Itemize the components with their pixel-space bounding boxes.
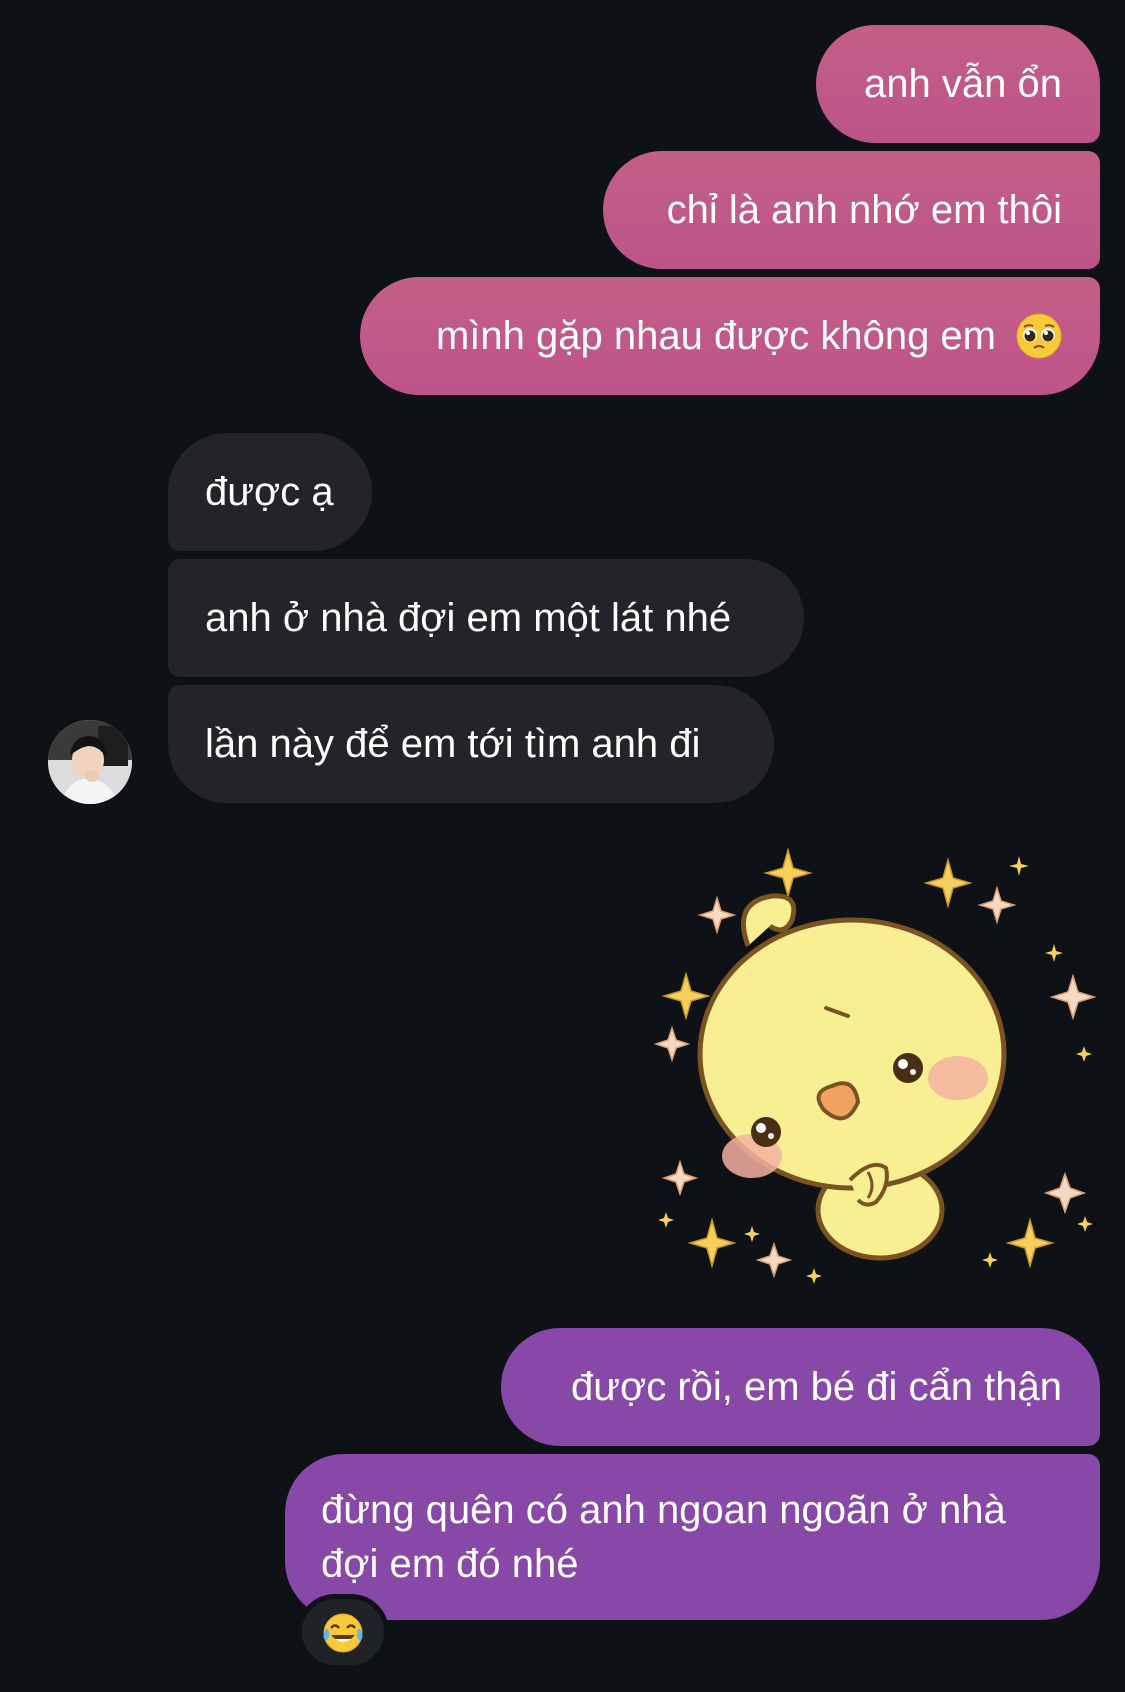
incoming-message[interactable]: anh ở nhà đợi em một lát nhé: [168, 559, 804, 677]
yellow-chick-sticker[interactable]: [640, 840, 1100, 1300]
message-text: đừng quên có anh ngoan ngoãn ở nhà đợi e…: [321, 1483, 1006, 1591]
avatar-photo: [48, 720, 132, 804]
message-line: đừng quên có anh ngoan ngoãn ở nhà: [321, 1488, 1006, 1532]
message-line: đợi em đó nhé: [321, 1542, 579, 1586]
message-reaction[interactable]: [297, 1594, 389, 1670]
outgoing-message[interactable]: mình gặp nhau được không em: [360, 277, 1100, 395]
outgoing-message[interactable]: đừng quên có anh ngoan ngoãn ở nhà đợi e…: [285, 1454, 1100, 1620]
outgoing-message[interactable]: anh vẫn ổn: [816, 25, 1100, 143]
message-text: mình gặp nhau được không em: [435, 314, 996, 358]
incoming-message[interactable]: lần này để em tới tìm anh đi: [168, 685, 774, 803]
outgoing-message[interactable]: được rồi, em bé đi cẩn thận: [501, 1328, 1100, 1446]
incoming-message[interactable]: được ạ: [168, 433, 372, 551]
message-text: được ạ: [205, 470, 334, 514]
outgoing-message[interactable]: chỉ là anh nhớ em thôi: [603, 151, 1100, 269]
message-text: được rồi, em bé đi cẩn thận: [570, 1365, 1062, 1409]
avatar[interactable]: [48, 720, 132, 804]
message-text: chỉ là anh nhớ em thôi: [666, 188, 1062, 232]
chick: [697, 893, 1007, 1261]
message-text: anh ở nhà đợi em một lát nhé: [205, 596, 732, 640]
message-text: lần này để em tới tìm anh đi: [205, 722, 701, 766]
message-text: anh vẫn ổn: [864, 62, 1062, 106]
face-with-tears-of-joy-icon: [323, 1613, 363, 1653]
pleading-face-emoji: [1016, 313, 1062, 359]
